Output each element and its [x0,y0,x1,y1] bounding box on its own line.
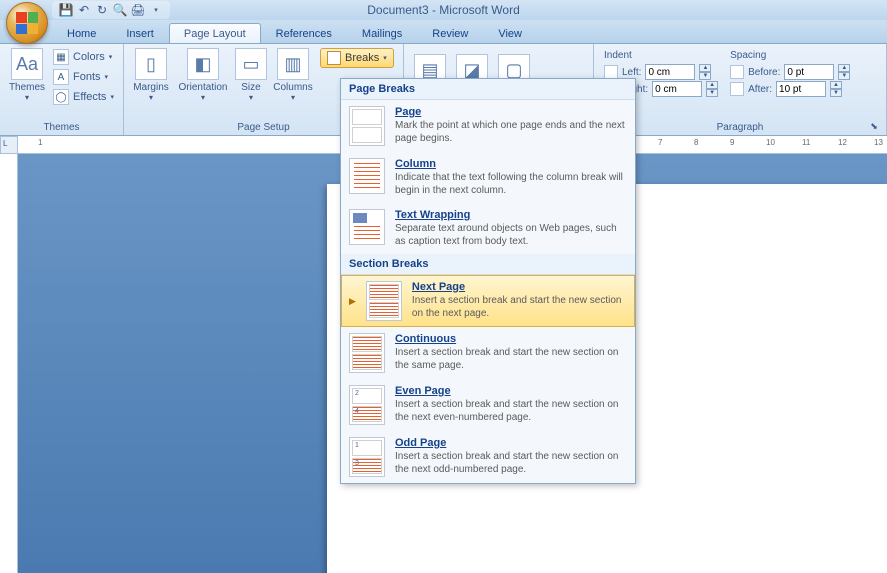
page-break-icon [349,106,385,146]
qat-dropdown-icon[interactable]: ▾ [148,2,164,18]
margins-button[interactable]: ▯Margins▾ [128,46,174,104]
spacing-header: Spacing [730,50,850,63]
tab-insert[interactable]: Insert [111,23,169,43]
tab-home[interactable]: Home [52,23,111,43]
indent-right-spinner[interactable]: ▲▼ [706,81,718,97]
spacing-before-icon [730,65,744,79]
fonts-icon: A [53,69,69,85]
break-even-page-item[interactable]: 24 Even PageInsert a section break and s… [341,379,635,431]
redo-icon[interactable]: ↻ [94,2,110,18]
columns-icon: ▥ [277,48,309,80]
effects-icon: ◯ [53,89,69,105]
spacing-before-input[interactable] [784,64,834,80]
tab-review[interactable]: Review [417,23,483,43]
save-icon[interactable]: 💾 [58,2,74,18]
indent-left-input[interactable] [645,64,695,80]
break-textwrap-item[interactable]: Text WrappingSeparate text around object… [341,203,635,254]
ribbon-tabs: Home Insert Page Layout References Maili… [0,20,887,44]
spacing-after-input[interactable] [776,81,826,97]
themes-label: Themes [9,82,45,93]
chevron-down-icon: ▾ [25,93,29,102]
page-breaks-section-header: Page Breaks [341,79,635,100]
break-next-page-item[interactable]: ▶ Next PageInsert a section break and st… [341,275,635,327]
odd-page-break-icon: 13 [349,437,385,477]
breaks-icon [327,51,341,65]
themes-group-label: Themes [4,121,119,135]
break-page-item[interactable]: PageMark the point at which one page end… [341,100,635,152]
columns-button[interactable]: ▥Columns▾ [270,46,316,104]
quick-access-toolbar: 💾 ↶ ↻ 🔍 🖨 ▾ [52,1,170,19]
submenu-arrow-icon: ▶ [349,296,356,307]
indent-right-input[interactable] [652,81,702,97]
spacing-after-spinner[interactable]: ▲▼ [830,81,842,97]
continuous-break-icon [349,333,385,373]
orientation-icon: ◧ [187,48,219,80]
tab-view[interactable]: View [483,23,537,43]
breaks-dropdown: Page Breaks PageMark the point at which … [340,78,636,484]
break-odd-page-item[interactable]: 13 Odd PageInsert a section break and st… [341,431,635,483]
print-preview-icon[interactable]: 🔍 [112,2,128,18]
indent-left-icon [604,65,618,79]
theme-colors-button[interactable]: ▦Colors▾ [50,48,117,66]
orientation-button[interactable]: ◧Orientation▾ [174,46,232,104]
size-icon: ▭ [235,48,267,80]
breaks-button[interactable]: Breaks ▾ [320,48,394,68]
section-breaks-section-header: Section Breaks [341,254,635,275]
tab-references[interactable]: References [261,23,347,43]
themes-button[interactable]: Aa Themes ▾ [4,46,50,104]
office-button[interactable] [6,2,48,44]
vertical-ruler[interactable] [0,154,18,573]
tab-mailings[interactable]: Mailings [347,23,417,43]
column-break-icon [349,158,385,194]
tab-page-layout[interactable]: Page Layout [169,23,261,43]
spacing-after-field: After: ▲▼ [730,81,850,97]
chevron-down-icon: ▾ [383,54,387,62]
break-continuous-item[interactable]: ContinuousInsert a section break and sta… [341,327,635,379]
margins-icon: ▯ [135,48,167,80]
next-page-break-icon [366,281,402,321]
theme-effects-button[interactable]: ◯Effects▾ [50,88,117,106]
window-title: Document3 - Microsoft Word [367,3,520,17]
print-icon[interactable]: 🖨 [130,2,146,18]
paragraph-group-label: Paragraph⬊ [598,121,882,135]
themes-icon: Aa [11,48,43,80]
spacing-before-spinner[interactable]: ▲▼ [838,64,850,80]
spacing-after-icon [730,82,744,96]
indent-header: Indent [604,50,718,63]
size-button[interactable]: ▭Size▾ [232,46,270,104]
theme-fonts-button[interactable]: AFonts▾ [50,68,117,86]
colors-icon: ▦ [53,49,69,65]
text-wrapping-break-icon [349,209,385,245]
break-column-item[interactable]: ColumnIndicate that the text following t… [341,152,635,203]
indent-left-spinner[interactable]: ▲▼ [699,64,711,80]
dialog-launcher-icon[interactable]: ⬊ [868,121,880,133]
spacing-before-field: Before: ▲▼ [730,64,850,80]
title-bar: 💾 ↶ ↻ 🔍 🖨 ▾ Document3 - Microsoft Word [0,0,887,20]
undo-icon[interactable]: ↶ [76,2,92,18]
ruler-corner: L [0,136,18,154]
even-page-break-icon: 24 [349,385,385,425]
